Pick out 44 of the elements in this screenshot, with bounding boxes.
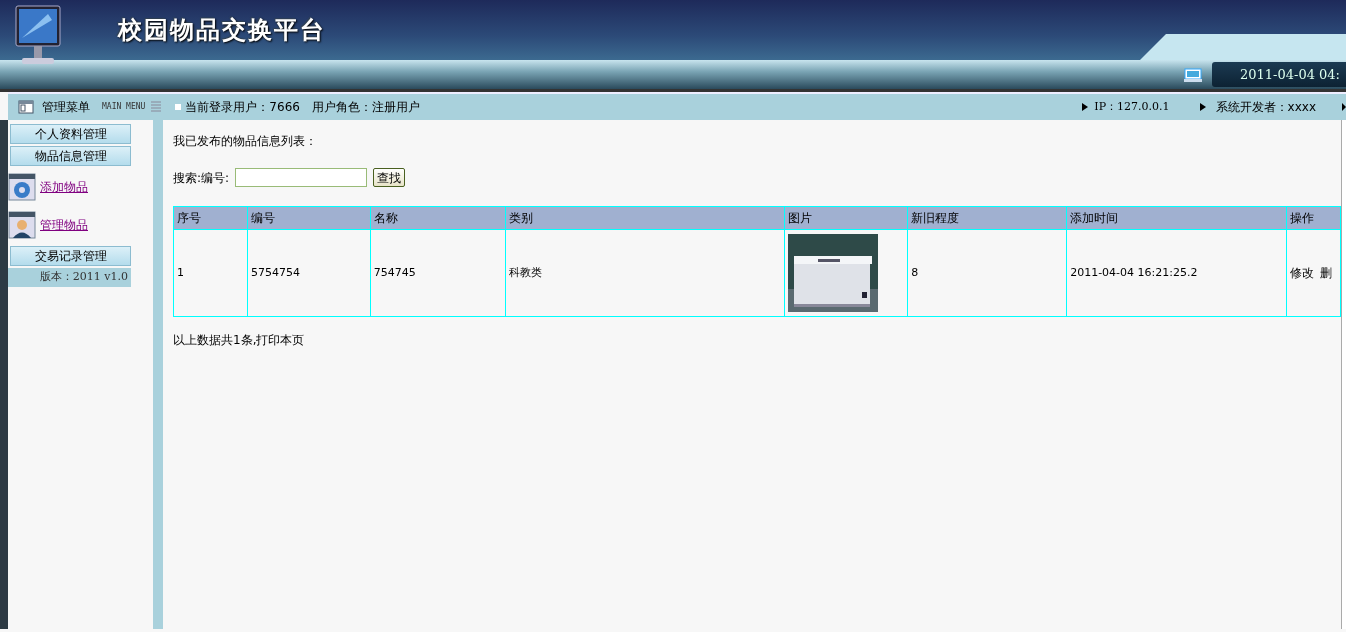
- table-cell: 2011-04-04 16:21:25.2: [1070, 265, 1198, 279]
- arrow-icon: [1342, 103, 1346, 111]
- ip-address: IP：127.0.0.1: [1094, 98, 1170, 115]
- search-button[interactable]: 查找: [373, 168, 406, 187]
- date-time: 2011-04-04 04:: [1212, 61, 1346, 88]
- arrow-icon: [1199, 103, 1206, 111]
- column-header: 添加时间: [1066, 206, 1287, 230]
- action-link[interactable]: 修改: [1289, 265, 1314, 280]
- column-header: 序号: [173, 206, 248, 230]
- user-role: 用户角色：注册用户: [311, 99, 420, 116]
- screen-icon: [1184, 67, 1202, 82]
- menu-link[interactable]: 添加物品: [40, 178, 88, 196]
- table-cell: 5754754: [250, 265, 300, 279]
- column-header: 编号: [247, 206, 371, 230]
- action-link[interactable]: 删: [1319, 265, 1332, 280]
- table-cell: 1: [177, 265, 184, 279]
- gear-icon: [8, 173, 36, 201]
- developer: 系统开发者：xxxx: [1215, 99, 1316, 116]
- bullet-icon: [175, 104, 182, 110]
- menu-icon: [18, 100, 34, 114]
- column-header: 操作: [1286, 206, 1341, 230]
- menu-section: 物品信息管理: [10, 146, 131, 166]
- site-title: 校园物品交换平台: [118, 15, 326, 46]
- version-label: 版本：2011 v1.0: [8, 268, 131, 287]
- menu-subtitle: MAIN MENU: [102, 101, 146, 113]
- list-heading: 我已发布的物品信息列表：: [173, 133, 318, 150]
- person-icon: [8, 211, 36, 239]
- table-cell: 8: [911, 265, 919, 279]
- menu-title: 管理菜单: [42, 99, 90, 116]
- menu-section: 交易记录管理: [10, 246, 131, 266]
- column-header: 图片: [784, 206, 908, 230]
- table-cell: 科教类: [508, 265, 542, 279]
- grip-icon: [151, 100, 162, 114]
- column-header: 新旧程度: [907, 206, 1067, 230]
- menu-section: 个人资料管理: [10, 124, 131, 144]
- menu-link[interactable]: 管理物品: [40, 216, 88, 234]
- arrow-icon: [1082, 103, 1089, 111]
- table-cell: 754745: [373, 265, 416, 279]
- footer-text: 以上数据共1条,打印本页: [173, 332, 306, 349]
- search-label: 搜索:编号:: [173, 169, 230, 187]
- current-user: 当前登录用户：7666: [185, 99, 300, 116]
- column-header: 名称: [370, 206, 506, 230]
- column-header: 类别: [505, 206, 785, 230]
- search-field[interactable]: [235, 168, 368, 187]
